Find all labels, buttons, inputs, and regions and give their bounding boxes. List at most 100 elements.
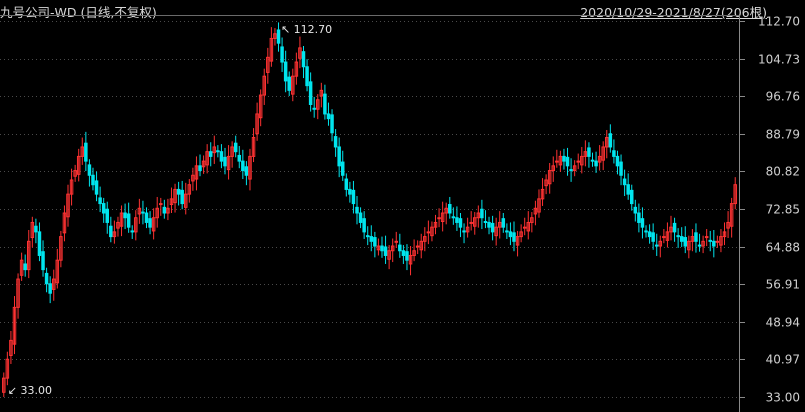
candle-body — [401, 250, 406, 256]
candle-body — [455, 217, 459, 223]
y-axis-ticks: 112.70 104.73 96.76 88.79 80.82 72.85 64.88 56.… — [739, 15, 800, 405]
y-tick-label: 48.94 — [766, 316, 800, 330]
candle-body — [394, 240, 399, 243]
candle-body — [562, 155, 566, 162]
y-tick-label: 56.91 — [766, 278, 800, 292]
candle-body — [647, 231, 652, 238]
candle-body — [330, 114, 334, 134]
candle-body — [637, 212, 641, 223]
candle-body — [522, 226, 527, 229]
candle-body — [148, 218, 152, 228]
candle-body — [383, 246, 388, 256]
candle-body — [683, 237, 688, 247]
candle-body — [697, 244, 702, 247]
candle-body — [640, 218, 645, 228]
candle-body — [512, 232, 516, 242]
candle-body — [123, 212, 127, 219]
candle-body — [676, 235, 680, 238]
candle-body — [362, 218, 366, 233]
candle-body — [505, 230, 509, 233]
candle-body — [34, 225, 38, 233]
y-tick-label: 88.79 — [766, 128, 800, 142]
candle-body — [233, 142, 238, 153]
candle-body — [644, 230, 648, 233]
candle-body — [448, 204, 452, 214]
candle-body — [612, 150, 616, 157]
candle-body — [615, 155, 620, 167]
y-tick-label: 96.76 — [766, 90, 800, 104]
candle-body — [405, 251, 409, 261]
candle-body — [323, 93, 327, 115]
candle-body — [426, 231, 431, 234]
candle-body — [144, 212, 149, 223]
y-tick-label: 112.70 — [758, 15, 800, 29]
candle-body — [244, 166, 249, 176]
candle-body — [287, 76, 291, 91]
grid-lines — [0, 21, 739, 398]
candle-body — [23, 263, 27, 271]
candle-body — [480, 208, 484, 219]
candle-body — [87, 164, 92, 176]
candle-body — [241, 160, 245, 172]
candle-body — [626, 184, 630, 195]
candle-body — [237, 154, 242, 162]
y-tick-label: 80.82 — [766, 165, 800, 179]
candle-body — [333, 136, 338, 148]
candle-body — [437, 217, 441, 220]
y-tick-label: 104.73 — [758, 53, 800, 67]
candle-body — [141, 211, 145, 214]
candle-body — [223, 156, 227, 167]
candle-body — [355, 206, 359, 214]
candle-body — [380, 245, 384, 252]
candle-body — [308, 81, 313, 106]
candle-body — [216, 150, 220, 153]
candle-body — [715, 240, 720, 243]
candle-body — [555, 160, 559, 163]
candle-body — [369, 236, 374, 242]
candle-body — [41, 251, 45, 271]
candle-body — [162, 206, 167, 214]
candle-body — [84, 142, 88, 162]
candlestick-chart: 112.70 104.73 96.76 88.79 80.82 72.85 64.88 56.… — [0, 14, 800, 412]
candle-body — [37, 231, 42, 256]
candle-body — [569, 169, 573, 172]
candle-body — [105, 208, 110, 223]
candle-body — [101, 203, 106, 214]
candle-body — [219, 151, 224, 162]
candle-body — [348, 188, 352, 195]
candle-body — [109, 225, 113, 238]
candle-body — [576, 160, 580, 163]
candle-body — [373, 237, 377, 247]
candle-body — [587, 147, 591, 157]
candle-body — [501, 218, 506, 228]
candle-body — [283, 61, 288, 82]
candle-body — [651, 232, 655, 242]
candle-body — [130, 230, 134, 233]
candle-body — [490, 222, 495, 233]
candle-body — [594, 160, 598, 167]
low-annotation: ↙ 33.00 — [8, 384, 52, 397]
candle-body — [415, 245, 420, 248]
candle-body — [208, 151, 213, 157]
candle-body — [305, 66, 309, 87]
candle-body — [159, 203, 163, 206]
candle-body — [44, 272, 49, 285]
candle-body — [590, 159, 595, 162]
candle-body — [280, 46, 284, 63]
candle-body — [358, 212, 363, 223]
high-annotation: ↖ 112.70 — [281, 23, 332, 36]
candle-body — [312, 107, 316, 110]
candle-body — [176, 188, 181, 195]
candle-body — [91, 174, 95, 186]
candle-body — [704, 236, 709, 239]
candle-body — [340, 161, 345, 176]
candle-body — [469, 221, 473, 224]
candle-body — [608, 133, 613, 148]
candle-body — [451, 216, 456, 219]
y-tick-label: 64.88 — [766, 241, 800, 255]
candle-body — [679, 236, 684, 242]
candle-body — [483, 221, 488, 224]
candle-body — [276, 29, 281, 44]
candle-body — [654, 244, 659, 247]
candle-body — [662, 236, 666, 239]
